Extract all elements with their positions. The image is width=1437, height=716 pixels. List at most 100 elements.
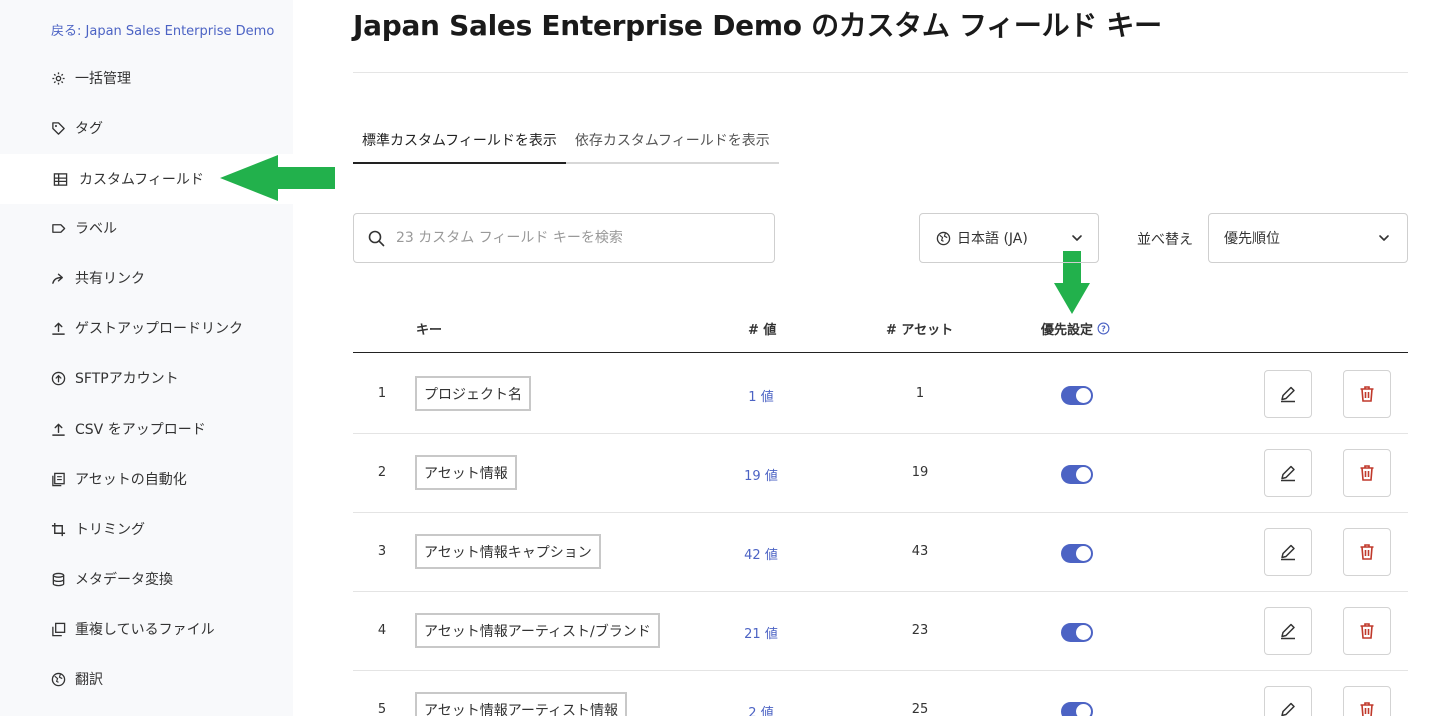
sidebar-item-metadata-conversion[interactable]: メタデータ変換 bbox=[0, 554, 293, 604]
sidebar-item-sftp-accounts[interactable]: SFTPアカウント bbox=[0, 353, 293, 403]
sidebar-item-bulk-management[interactable]: 一括管理 bbox=[0, 53, 293, 103]
crop-icon bbox=[50, 521, 66, 537]
language-select[interactable]: 日本語 (JA) bbox=[919, 213, 1099, 263]
asset-count: 19 bbox=[911, 465, 929, 480]
database-icon bbox=[50, 571, 66, 587]
column-header-key[interactable]: キー bbox=[416, 319, 442, 338]
sidebar-item-translation[interactable]: 翻訳 bbox=[0, 654, 293, 704]
share-icon bbox=[50, 270, 66, 286]
back-link[interactable]: 戻る: Japan Sales Enterprise Demo bbox=[51, 20, 274, 39]
sidebar-item-label: 共有リンク bbox=[75, 271, 145, 287]
grid-icon bbox=[52, 171, 68, 187]
sidebar-item-asset-automation[interactable]: アセットの自動化 bbox=[0, 454, 293, 504]
sidebar-item-label: SFTPアカウント bbox=[75, 371, 179, 387]
row-number: 1 bbox=[377, 386, 387, 401]
sidebar-item-share-links[interactable]: 共有リンク bbox=[0, 253, 293, 303]
pencil-icon bbox=[1281, 386, 1295, 403]
field-key[interactable]: アセット情報キャプション bbox=[415, 534, 601, 569]
priority-toggle[interactable] bbox=[1061, 386, 1093, 405]
value-count-link[interactable]: 21 値 bbox=[731, 623, 791, 642]
edit-button[interactable] bbox=[1264, 370, 1312, 418]
search-input[interactable] bbox=[394, 229, 748, 247]
delete-button[interactable] bbox=[1343, 528, 1391, 576]
annotation-arrow-left-icon bbox=[220, 155, 335, 201]
sort-label: 並べ替え bbox=[1137, 232, 1193, 248]
globe-icon bbox=[936, 231, 951, 246]
value-count-link[interactable]: 1 値 bbox=[731, 386, 791, 405]
sidebar-item-tags[interactable]: タグ bbox=[0, 103, 293, 153]
edit-button[interactable] bbox=[1264, 449, 1312, 497]
trash-icon bbox=[1360, 623, 1374, 639]
asset-count: 23 bbox=[911, 623, 929, 638]
globe-icon bbox=[50, 671, 66, 687]
edit-button[interactable] bbox=[1264, 528, 1312, 576]
column-header-priority[interactable]: 優先設定 ? bbox=[1041, 319, 1110, 338]
tab-standard-custom-fields[interactable]: 標準カスタムフィールドを表示 bbox=[353, 118, 566, 164]
pencil-icon bbox=[1281, 465, 1295, 482]
asset-count: 1 bbox=[915, 386, 925, 401]
search-icon bbox=[368, 230, 385, 246]
sidebar-item-csv-upload[interactable]: CSV をアップロード bbox=[0, 404, 293, 454]
value-count-link[interactable]: 2 値 bbox=[731, 702, 791, 716]
table-header-divider bbox=[353, 352, 1408, 353]
table-row: 2 アセット情報 19 値 19 bbox=[353, 433, 1408, 513]
pencil-icon bbox=[1281, 702, 1295, 716]
delete-button[interactable] bbox=[1343, 370, 1391, 418]
sidebar-item-cropping[interactable]: トリミング bbox=[0, 504, 293, 554]
delete-button[interactable] bbox=[1343, 607, 1391, 655]
table-row: 5 アセット情報アーティスト情報 2 値 25 bbox=[353, 670, 1408, 716]
sidebar: 戻る: Japan Sales Enterprise Demo 一括管理 タグ … bbox=[0, 0, 293, 716]
trash-icon bbox=[1360, 465, 1374, 481]
duplicate-icon bbox=[50, 621, 66, 637]
priority-toggle[interactable] bbox=[1061, 702, 1093, 716]
sidebar-item-label: 翻訳 bbox=[75, 672, 103, 688]
value-count-link[interactable]: 42 値 bbox=[731, 544, 791, 563]
priority-toggle[interactable] bbox=[1061, 465, 1093, 484]
value-count-link[interactable]: 19 値 bbox=[731, 465, 791, 484]
priority-toggle[interactable] bbox=[1061, 544, 1093, 563]
automation-icon bbox=[50, 471, 66, 487]
edit-button[interactable] bbox=[1264, 686, 1312, 716]
label-icon bbox=[50, 220, 66, 236]
cloud-upload-icon bbox=[50, 370, 66, 386]
row-number: 2 bbox=[377, 465, 387, 480]
delete-button[interactable] bbox=[1343, 686, 1391, 716]
sidebar-item-duplicate-files[interactable]: 重複しているファイル bbox=[0, 604, 293, 654]
delete-button[interactable] bbox=[1343, 449, 1391, 497]
language-select-value: 日本語 (JA) bbox=[957, 231, 1028, 247]
table-row: 4 アセット情報アーティスト/ブランド 21 値 23 bbox=[353, 591, 1408, 671]
chevron-down-icon bbox=[1379, 235, 1389, 241]
field-key[interactable]: アセット情報アーティスト/ブランド bbox=[415, 613, 660, 648]
field-key[interactable]: アセット情報 bbox=[415, 455, 517, 490]
column-header-values[interactable]: # 値 bbox=[748, 319, 776, 338]
sort-select[interactable]: 優先順位 bbox=[1208, 213, 1408, 263]
sidebar-item-label: アセットの自動化 bbox=[75, 472, 187, 488]
sidebar-item-label: 重複しているファイル bbox=[75, 622, 215, 638]
column-header-assets[interactable]: # アセット bbox=[886, 319, 953, 338]
priority-toggle[interactable] bbox=[1061, 623, 1093, 642]
trash-icon bbox=[1360, 702, 1374, 716]
field-key[interactable]: プロジェクト名 bbox=[415, 376, 531, 411]
upload-icon bbox=[50, 421, 66, 437]
chevron-down-icon bbox=[1072, 235, 1082, 241]
title-divider bbox=[353, 72, 1408, 73]
table-row: 1 プロジェクト名 1 値 1 bbox=[353, 354, 1408, 434]
field-key[interactable]: アセット情報アーティスト情報 bbox=[415, 692, 628, 716]
pencil-icon bbox=[1281, 544, 1295, 561]
row-number: 5 bbox=[377, 702, 387, 716]
asset-count: 25 bbox=[911, 702, 929, 716]
sidebar-item-label: 一括管理 bbox=[75, 71, 131, 87]
pencil-icon bbox=[1281, 623, 1295, 640]
row-number: 4 bbox=[377, 623, 387, 638]
help-icon[interactable]: ? bbox=[1097, 322, 1110, 335]
upload-icon bbox=[50, 320, 66, 336]
sidebar-item-label: CSV をアップロード bbox=[75, 422, 206, 438]
page-title: Japan Sales Enterprise Demo のカスタム フィールド … bbox=[353, 9, 1162, 42]
table-row: 3 アセット情報キャプション 42 値 43 bbox=[353, 512, 1408, 592]
tag-icon bbox=[50, 120, 66, 136]
tab-dependent-custom-fields[interactable]: 依存カスタムフィールドを表示 bbox=[566, 118, 779, 162]
edit-button[interactable] bbox=[1264, 607, 1312, 655]
sidebar-item-labels[interactable]: ラベル bbox=[0, 203, 293, 253]
sidebar-item-guest-upload-links[interactable]: ゲストアップロードリンク bbox=[0, 303, 293, 353]
row-number: 3 bbox=[377, 544, 387, 559]
